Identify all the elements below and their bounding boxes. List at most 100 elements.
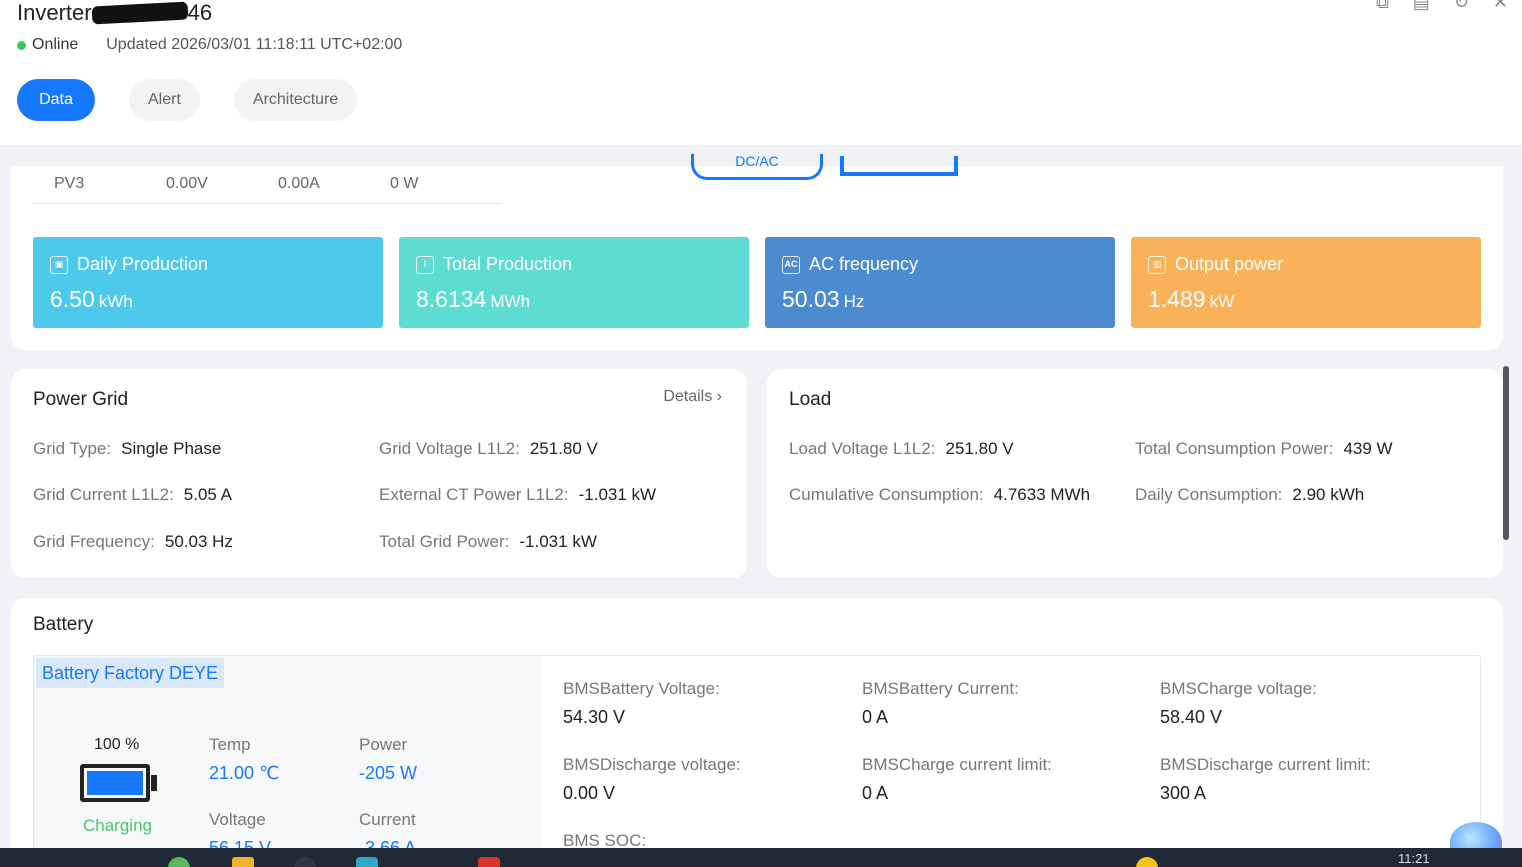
refresh-icon[interactable]: ↻ [1454, 0, 1469, 13]
battery-summary: Battery Factory DEYE 100 % Charging Temp… [34, 656, 541, 866]
cumulative-consumption-field: Cumulative Consumption: 4.7633 MWh [789, 485, 1090, 505]
field-value: 58.40 V [1160, 707, 1223, 727]
battery-panel: Battery Factory DEYE 100 % Charging Temp… [33, 655, 1481, 866]
details-label: Details [663, 388, 713, 405]
total-production-tile: ⌇ Total Production 8.6134 MWh [399, 237, 749, 328]
grid-frequency-field: Grid Frequency: 50.03 Hz [33, 532, 233, 552]
field-key: BMSDischarge current limit: [1160, 755, 1371, 774]
battery-factory-tag: Battery Factory DEYE [36, 658, 225, 688]
chat-app-icon[interactable] [168, 857, 190, 867]
field-value: -205 W [359, 763, 418, 783]
page-scrollbar[interactable] [1503, 366, 1509, 540]
field-value: Single Phase [121, 439, 222, 458]
field-value: 5.05 A [183, 485, 233, 504]
power-icon: ▥ [1148, 255, 1166, 274]
field-key: Total Grid Power: [379, 532, 510, 551]
field-key: Load Voltage L1L2: [789, 439, 936, 458]
redacted-serial [91, 1, 188, 25]
grid-voltage-field: Grid Voltage L1L2: 251.80 V [379, 439, 598, 459]
field-key: BMSBattery Current: [862, 679, 1019, 698]
field-key: Grid Current L1L2: [33, 485, 174, 504]
chevron-right-icon: › [716, 388, 722, 405]
field-value: -1.031 kW [519, 532, 597, 551]
clock[interactable]: 11:21 [1398, 851, 1430, 866]
stat-label: AC frequency [809, 254, 919, 274]
power-grid-card: Power Grid Details › Grid Type: Single Ph… [11, 369, 747, 578]
export-icon[interactable]: ▤ [1413, 0, 1430, 13]
field-value: 2.90 kWh [1292, 485, 1365, 504]
tray-icon[interactable] [1136, 857, 1158, 867]
field-key: BMSDischarge voltage: [563, 755, 741, 774]
field-value: -1.031 kW [578, 485, 657, 504]
battery-temp: Temp 21.00 ℃ [209, 735, 279, 784]
stat-unit: kWh [98, 292, 133, 311]
battery-power: Power -205 W [359, 735, 417, 784]
tab-architecture[interactable]: Architecture [233, 79, 358, 121]
ac-frequency-tile: AC AC frequency 50.03 Hz [765, 237, 1115, 328]
stat-label: Output power [1175, 254, 1284, 274]
bms-charge-voltage: BMSCharge voltage: 58.40 V [1160, 679, 1317, 728]
field-value: 21.00 ℃ [209, 763, 280, 783]
daily-consumption-field: Daily Consumption: 2.90 kWh [1135, 485, 1364, 505]
close-icon[interactable]: ✕ [1493, 0, 1508, 13]
field-key: BMSBattery Voltage: [563, 679, 720, 698]
pv-name: PV3 [54, 175, 85, 192]
browser-icon[interactable] [294, 857, 316, 867]
power-grid-title: Power Grid [33, 389, 129, 410]
field-key: Daily Consumption: [1135, 485, 1283, 504]
field-value: 0.00 V [563, 783, 616, 803]
total-grid-power-field: Total Grid Power: -1.031 kW [379, 532, 597, 552]
page-header: Inverter 46 ⧉ ▤ ↻ ✕ Online Updated 2026/0… [0, 0, 1522, 145]
field-key: External CT Power L1L2: [379, 485, 569, 504]
stat-unit: Hz [843, 292, 865, 311]
pv-power: 0 W [390, 175, 419, 192]
bms-charge-current-limit: BMSCharge current limit: 0 A [862, 755, 1052, 804]
stat-value: 8.6134 [416, 286, 487, 312]
load-card: Load Load Voltage L1L2: 251.80 V Total Co… [767, 369, 1503, 578]
stat-label: Daily Production [77, 254, 209, 274]
tab-data[interactable]: Data [17, 79, 95, 121]
battery-title: Battery [33, 614, 94, 635]
bms-discharge-voltage: BMSDischarge voltage: 0.00 V [563, 755, 741, 804]
field-key: Current [359, 810, 416, 829]
output-power-tile: ▥ Output power 1.489 kW [1131, 237, 1481, 328]
total-consumption-field: Total Consumption Power: 439 W [1135, 439, 1393, 459]
production-card: PV3 0.00V 0.00A 0 W DC/AC ▣ Daily Product… [11, 154, 1503, 350]
field-key: Grid Type: [33, 439, 112, 458]
status-badge: Online [32, 36, 79, 53]
battery-card: Battery Battery Factory DEYE 100 % Charg… [11, 598, 1503, 866]
active-app-icon[interactable] [478, 857, 500, 867]
field-value: 54.30 V [563, 707, 626, 727]
ac-icon: AC [782, 255, 800, 274]
ct-power-field: External CT Power L1L2: -1.031 kW [379, 485, 656, 505]
dcac-converter: DC/AC [691, 154, 823, 180]
field-value: 0 A [862, 707, 889, 727]
folder-icon[interactable] [232, 857, 254, 867]
field-value: 439 W [1343, 439, 1393, 458]
field-value: 50.03 Hz [164, 532, 233, 551]
details-link[interactable]: Details › [663, 388, 722, 406]
stat-label: Total Production [443, 254, 573, 274]
bms-battery-voltage: BMSBattery Voltage: 54.30 V [563, 679, 720, 728]
app-icon[interactable] [356, 857, 378, 867]
pv-row: PV3 0.00V 0.00A 0 W [33, 170, 502, 204]
os-taskbar: 11:21 [0, 848, 1522, 867]
bms-discharge-current-limit: BMSDischarge current limit: 300 A [1160, 755, 1371, 804]
bms-battery-current: BMSBattery Current: 0 A [862, 679, 1019, 728]
stat-unit: kW [1209, 292, 1235, 311]
battery-state: Charging [83, 816, 152, 835]
field-key: Power [359, 735, 408, 754]
page-title: Inverter 46 [17, 0, 212, 26]
field-value: 300 A [1160, 783, 1207, 803]
tab-alert[interactable]: Alert [129, 79, 200, 121]
online-dot-icon [17, 40, 26, 50]
field-key: Grid Frequency: [33, 532, 155, 551]
stat-value: 50.03 [782, 286, 840, 312]
status-row: Online Updated 2026/03/01 11:18:11 UTC+0… [17, 36, 402, 54]
load-title: Load [789, 389, 832, 410]
chart-icon: ⌇ [416, 255, 434, 274]
grid-current-field: Grid Current L1L2: 5.05 A [33, 485, 232, 505]
field-value: 251.80 V [529, 439, 598, 458]
copy-icon[interactable]: ⧉ [1376, 0, 1389, 13]
field-value: 4.7633 MWh [993, 485, 1091, 504]
